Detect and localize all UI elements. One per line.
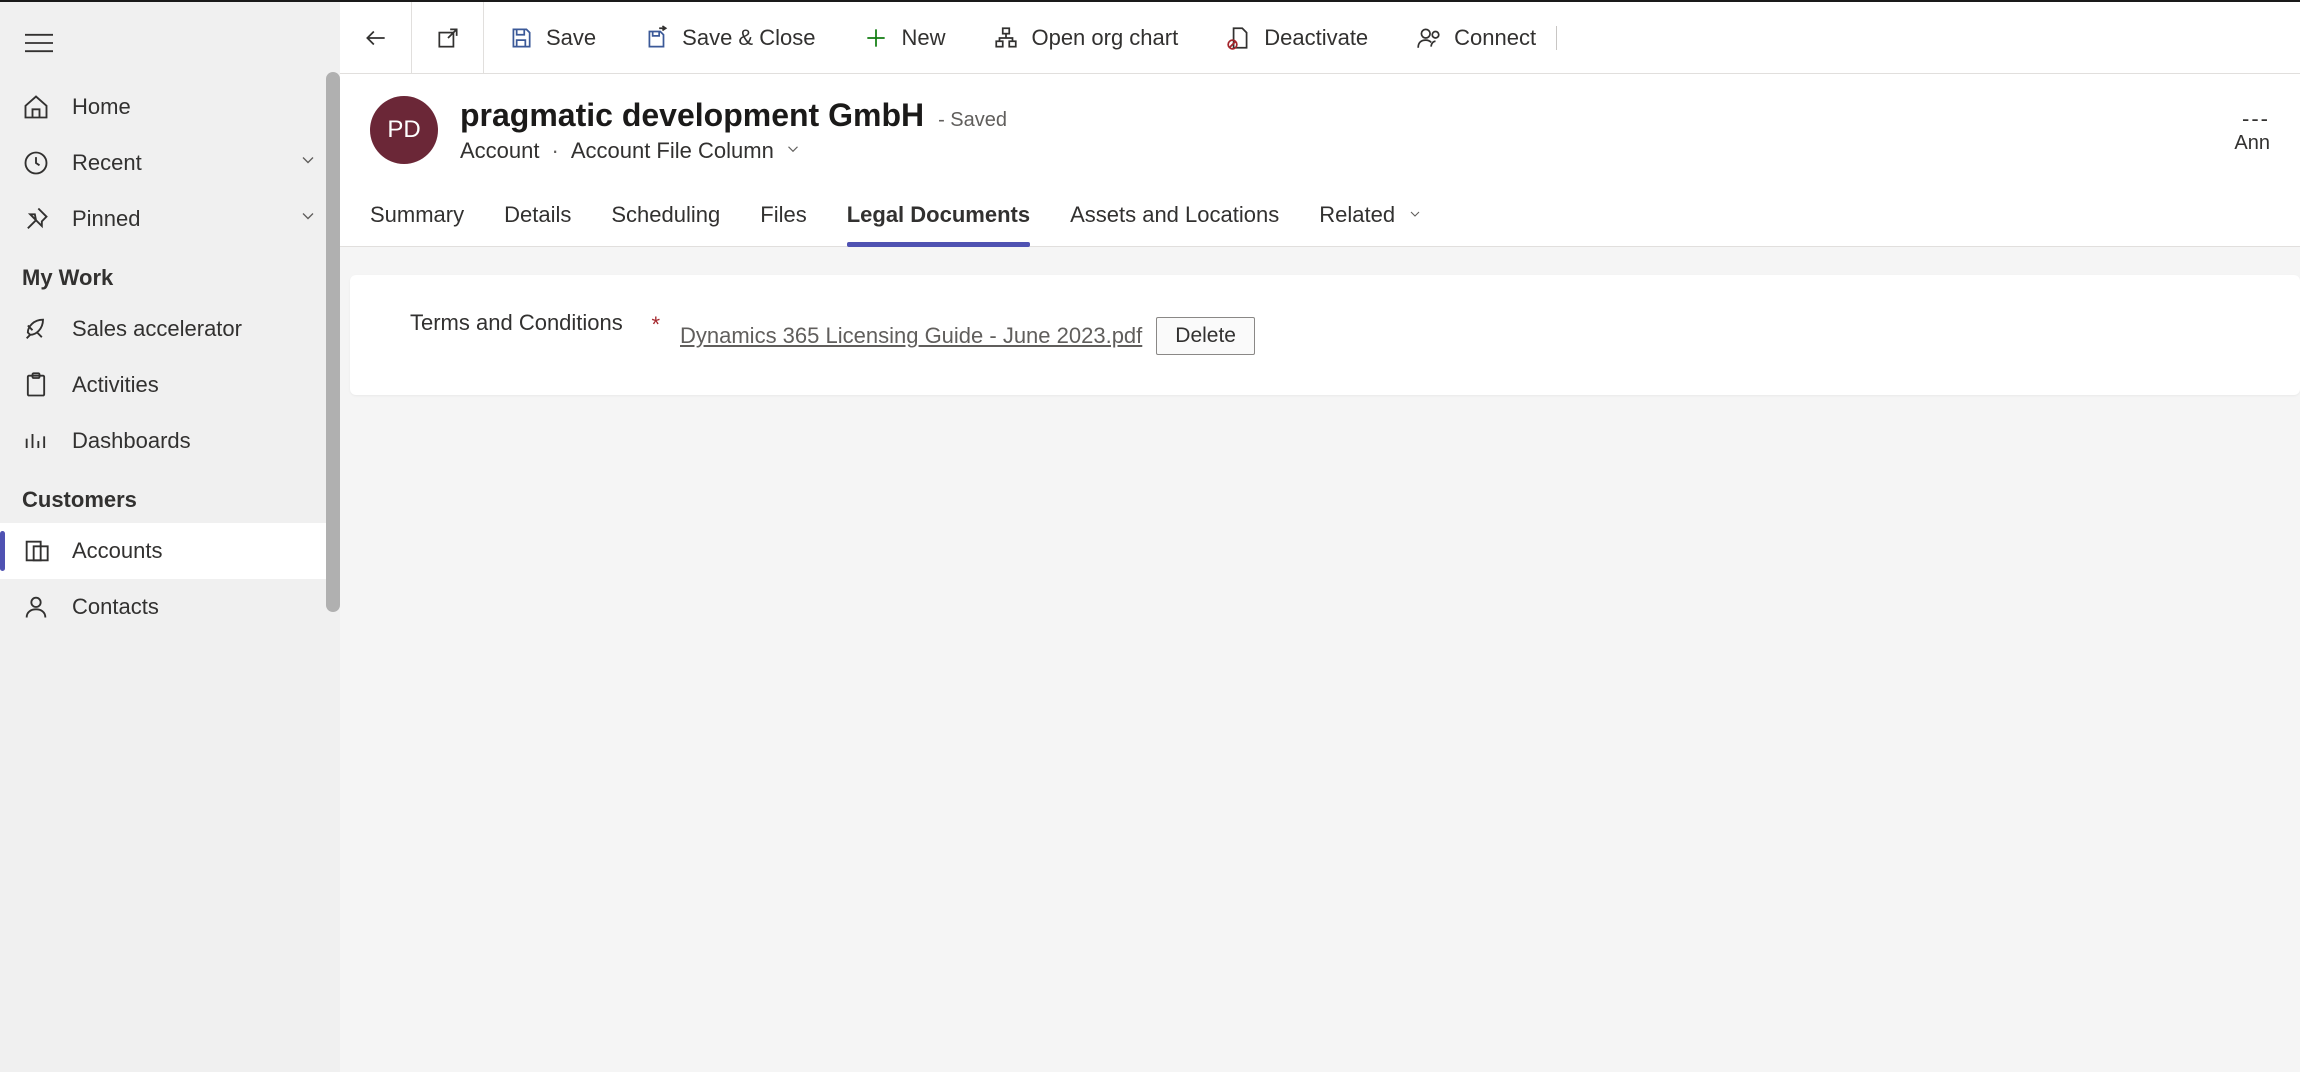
sidebar-item-pinned[interactable]: Pinned bbox=[0, 191, 340, 247]
tab-legal-documents[interactable]: Legal Documents bbox=[847, 192, 1030, 246]
save-button[interactable]: Save bbox=[484, 2, 620, 73]
sidebar: Home Recent Pinned My Work Sa bbox=[0, 2, 340, 1072]
person-icon bbox=[22, 593, 50, 621]
cmd-label: Deactivate bbox=[1264, 25, 1368, 51]
clock-icon bbox=[22, 149, 50, 177]
cmd-label: Connect bbox=[1454, 25, 1536, 51]
entity-name: Account bbox=[460, 138, 540, 164]
hamburger-icon bbox=[25, 32, 53, 54]
field-label-text: Terms and Conditions bbox=[410, 310, 623, 335]
header-right-value: --- bbox=[2234, 106, 2270, 132]
tab-scheduling[interactable]: Scheduling bbox=[611, 192, 720, 246]
sidebar-item-label: Recent bbox=[72, 150, 142, 176]
sidebar-section-customers: Customers bbox=[0, 469, 340, 523]
connect-button[interactable]: Connect bbox=[1392, 2, 1581, 73]
rocket-icon bbox=[22, 315, 50, 343]
field-label: Terms and Conditions * bbox=[410, 305, 640, 340]
hamburger-menu-button[interactable] bbox=[0, 17, 340, 79]
cmd-label: Save & Close bbox=[682, 25, 815, 51]
home-icon bbox=[22, 93, 50, 121]
sidebar-item-label: Pinned bbox=[72, 206, 141, 232]
delete-button[interactable]: Delete bbox=[1156, 317, 1255, 355]
save-icon bbox=[508, 25, 534, 51]
required-indicator: * bbox=[651, 307, 660, 342]
deactivate-icon bbox=[1226, 25, 1252, 51]
save-close-button[interactable]: Save & Close bbox=[620, 2, 839, 73]
tab-assets-locations[interactable]: Assets and Locations bbox=[1070, 192, 1279, 246]
arrow-left-icon bbox=[363, 25, 389, 51]
chevron-down-icon bbox=[784, 138, 802, 164]
sidebar-item-contacts[interactable]: Contacts bbox=[0, 579, 340, 635]
saved-status: - Saved bbox=[938, 109, 1007, 132]
file-link[interactable]: Dynamics 365 Licensing Guide - June 2023… bbox=[680, 323, 1142, 349]
sidebar-item-label: Dashboards bbox=[72, 428, 191, 454]
back-button[interactable] bbox=[340, 2, 412, 73]
open-org-chart-button[interactable]: Open org chart bbox=[969, 2, 1202, 73]
org-chart-icon bbox=[993, 25, 1019, 51]
tab-files[interactable]: Files bbox=[760, 192, 806, 246]
sidebar-item-home[interactable]: Home bbox=[0, 79, 340, 135]
avatar: PD bbox=[370, 96, 438, 164]
clipboard-icon bbox=[22, 371, 50, 399]
chevron-down-icon bbox=[1407, 202, 1423, 227]
form-card: Terms and Conditions * Dynamics 365 Lice… bbox=[350, 275, 2300, 395]
accounts-icon bbox=[22, 537, 50, 565]
sidebar-item-recent[interactable]: Recent bbox=[0, 135, 340, 191]
connect-icon bbox=[1416, 25, 1442, 51]
sidebar-item-activities[interactable]: Activities bbox=[0, 357, 340, 413]
sidebar-item-accounts[interactable]: Accounts bbox=[0, 523, 340, 579]
header-right: --- Ann bbox=[2234, 106, 2270, 155]
dashboard-icon bbox=[22, 427, 50, 455]
header-right-sub: Ann bbox=[2234, 132, 2270, 155]
sidebar-item-label: Sales accelerator bbox=[72, 316, 242, 342]
sidebar-item-dashboards[interactable]: Dashboards bbox=[0, 413, 340, 469]
tabs: Summary Details Scheduling Files Legal D… bbox=[340, 174, 2300, 247]
cmd-label: Save bbox=[546, 25, 596, 51]
field-terms-conditions: Terms and Conditions * Dynamics 365 Lice… bbox=[410, 305, 2250, 355]
plus-icon bbox=[863, 25, 889, 51]
sidebar-scrollbar[interactable] bbox=[326, 72, 340, 612]
form-name: Account File Column bbox=[571, 138, 774, 164]
form-selector[interactable]: Account File Column bbox=[571, 138, 802, 164]
new-button[interactable]: New bbox=[839, 2, 969, 73]
command-bar: Save Save & Close New Open org chart bbox=[340, 2, 2300, 74]
main-content: Save Save & Close New Open org chart bbox=[340, 2, 2300, 1072]
cmd-label: Open org chart bbox=[1031, 25, 1178, 51]
chevron-down-icon bbox=[298, 150, 318, 176]
cmd-label: New bbox=[901, 25, 945, 51]
tab-label: Related bbox=[1319, 202, 1395, 227]
popout-icon bbox=[435, 25, 461, 51]
sidebar-item-sales-accelerator[interactable]: Sales accelerator bbox=[0, 301, 340, 357]
pin-icon bbox=[22, 205, 50, 233]
sidebar-item-label: Home bbox=[72, 94, 131, 120]
tab-details[interactable]: Details bbox=[504, 192, 571, 246]
chevron-down-icon bbox=[298, 206, 318, 232]
sidebar-item-label: Activities bbox=[72, 372, 159, 398]
popout-button[interactable] bbox=[412, 2, 484, 73]
sidebar-item-label: Accounts bbox=[72, 538, 163, 564]
tab-content: Terms and Conditions * Dynamics 365 Lice… bbox=[340, 247, 2300, 1072]
save-close-icon bbox=[644, 25, 670, 51]
record-title: pragmatic development GmbH bbox=[460, 97, 924, 134]
tab-summary[interactable]: Summary bbox=[370, 192, 464, 246]
tab-related[interactable]: Related bbox=[1319, 192, 1423, 246]
deactivate-button[interactable]: Deactivate bbox=[1202, 2, 1392, 73]
sidebar-section-mywork: My Work bbox=[0, 247, 340, 301]
sidebar-item-label: Contacts bbox=[72, 594, 159, 620]
record-header: PD pragmatic development GmbH - Saved Ac… bbox=[340, 74, 2300, 174]
separator-dot: · bbox=[552, 138, 559, 164]
